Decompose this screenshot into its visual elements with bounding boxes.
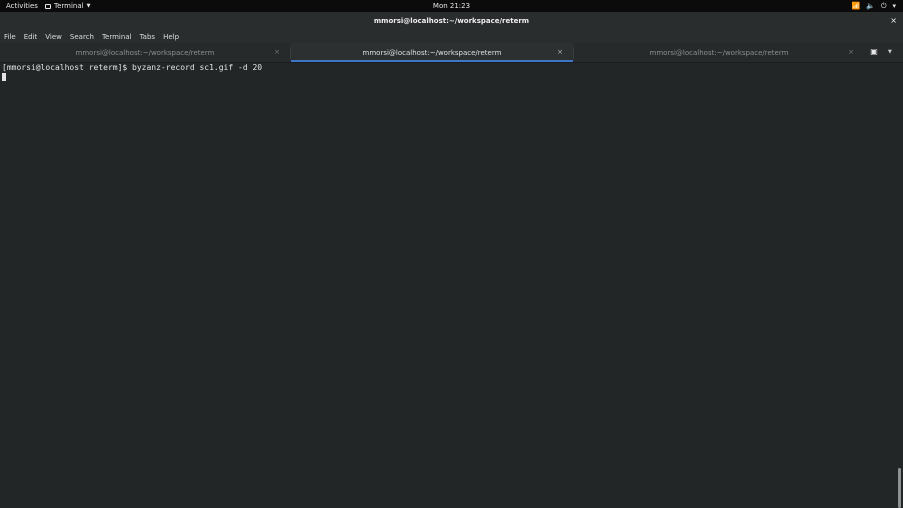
menu-tabs[interactable]: Tabs: [140, 33, 156, 41]
chevron-down-icon[interactable]: ▼: [888, 49, 892, 55]
menu-edit[interactable]: Edit: [24, 33, 38, 41]
new-tab-icon[interactable]: ▣: [868, 47, 880, 58]
wifi-icon: 📶: [851, 2, 861, 10]
tab-label: mmorsi@localhost:~/workspace/reterm: [75, 49, 215, 57]
terminal-area[interactable]: [mmorsi@localhost reterm]$ byzanz-record…: [0, 63, 903, 508]
tab-1[interactable]: mmorsi@localhost:~/workspace/reterm ×: [0, 43, 290, 62]
tab-label: mmorsi@localhost:~/workspace/reterm: [649, 49, 789, 57]
tab-3[interactable]: mmorsi@localhost:~/workspace/reterm ×: [574, 43, 864, 62]
gnome-top-bar: Activities Terminal ▼ Mon 21:23 📶 🔈 ⏻ ▾: [0, 0, 903, 12]
tab-2[interactable]: mmorsi@localhost:~/workspace/reterm ×: [291, 43, 573, 62]
menu-view[interactable]: View: [45, 33, 62, 41]
window-titlebar: mmorsi@localhost:~/workspace/reterm ×: [0, 12, 903, 30]
close-tab-icon[interactable]: ×: [557, 48, 563, 56]
menu-file[interactable]: File: [4, 33, 16, 41]
clock[interactable]: Mon 21:23: [0, 2, 903, 10]
menu-help[interactable]: Help: [163, 33, 179, 41]
tab-label: mmorsi@localhost:~/workspace/reterm: [362, 49, 502, 57]
menu-bar: File Edit View Search Terminal Tabs Help: [0, 30, 903, 43]
terminal-cursor: [2, 73, 6, 81]
system-status-area[interactable]: 📶 🔈 ⏻ ▾: [852, 2, 897, 10]
tab-bar: mmorsi@localhost:~/workspace/reterm × mm…: [0, 43, 903, 63]
close-tab-icon[interactable]: ×: [274, 48, 280, 56]
power-icon: ⏻: [880, 2, 887, 10]
terminal-line: [mmorsi@localhost reterm]$ byzanz-record…: [2, 63, 263, 72]
volume-icon: 🔈: [866, 2, 875, 10]
active-tab-indicator: [291, 60, 573, 62]
window-title: mmorsi@localhost:~/workspace/reterm: [373, 17, 530, 25]
chevron-down-icon: ▾: [892, 2, 896, 10]
close-window-button[interactable]: ×: [890, 16, 897, 25]
menu-terminal[interactable]: Terminal: [102, 33, 132, 41]
menu-search[interactable]: Search: [70, 33, 94, 41]
close-tab-icon[interactable]: ×: [848, 48, 854, 56]
scrollbar[interactable]: [898, 468, 901, 508]
